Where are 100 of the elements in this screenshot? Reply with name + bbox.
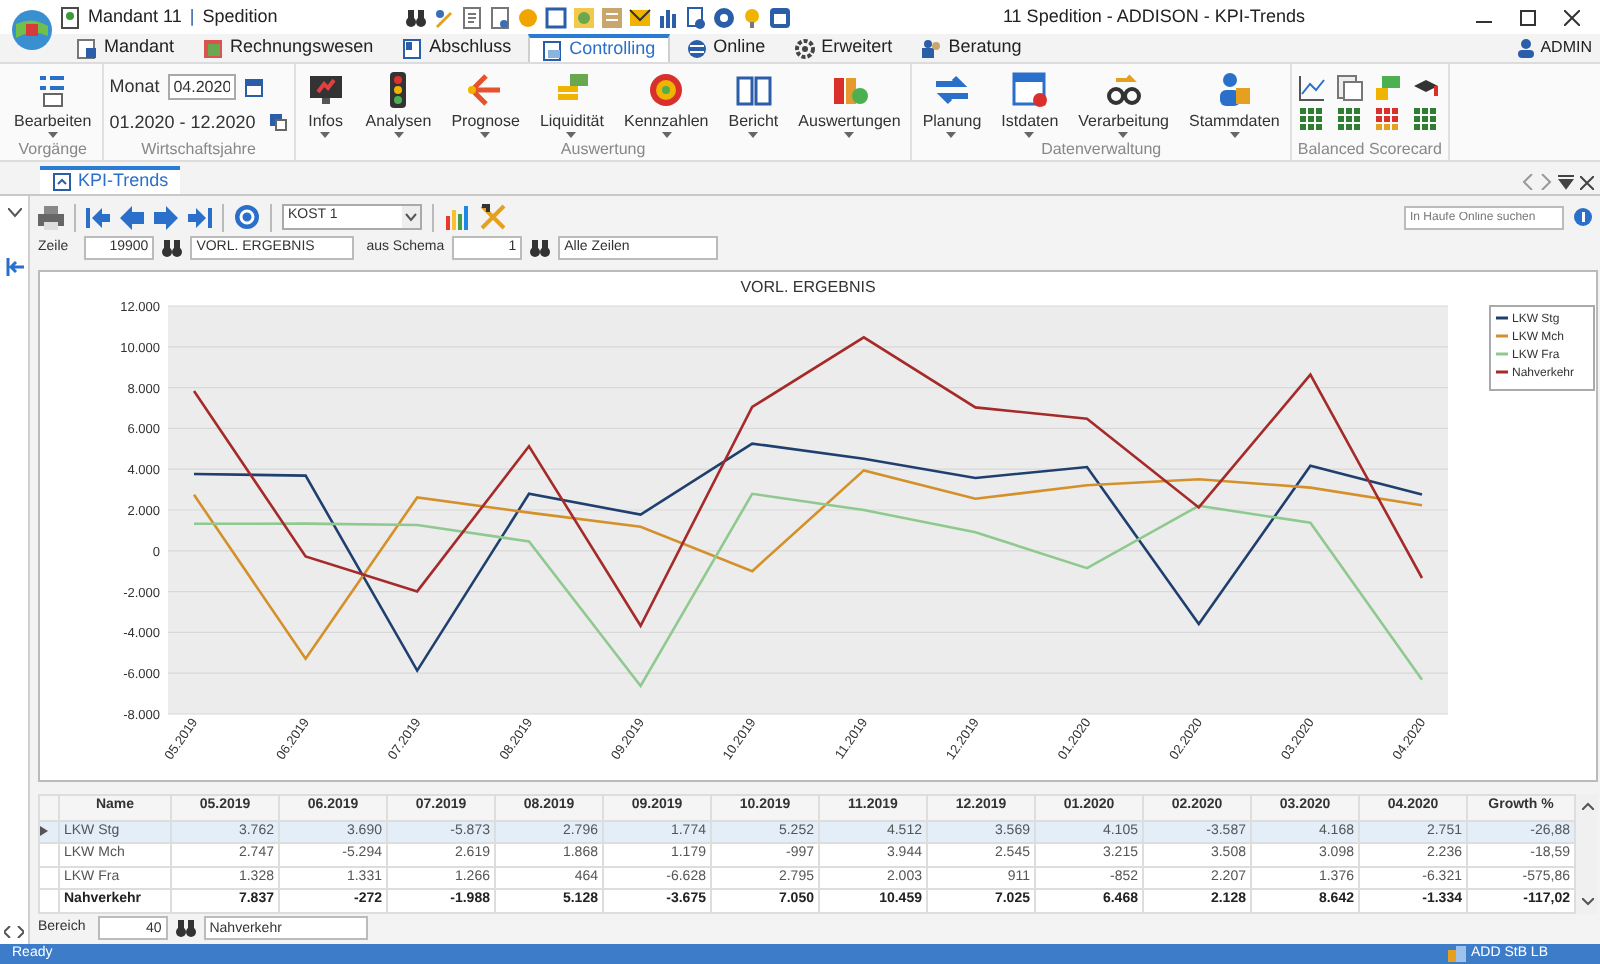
ribbon-button[interactable]: Analysen bbox=[361, 70, 436, 138]
lightbulb-icon[interactable] bbox=[740, 5, 764, 29]
people-icon bbox=[920, 37, 943, 59]
ribbon-button[interactable]: Verarbeitung bbox=[1074, 70, 1174, 138]
scroll-down-icon[interactable] bbox=[1581, 897, 1593, 906]
bar-chart-icon[interactable] bbox=[444, 204, 470, 231]
menu-tab[interactable]: Beratung bbox=[908, 34, 1034, 62]
person-icon bbox=[1214, 70, 1255, 110]
caret-icon[interactable] bbox=[1229, 132, 1240, 138]
group-label: Balanced Scorecard bbox=[1297, 140, 1442, 160]
separator: | bbox=[189, 3, 195, 30]
dot-grid-icon[interactable] bbox=[1297, 106, 1326, 134]
ribbon-button[interactable]: Liquidität bbox=[535, 70, 608, 138]
target-icon[interactable] bbox=[712, 5, 736, 29]
company-name: Spedition bbox=[202, 3, 278, 30]
document-icon[interactable] bbox=[488, 5, 512, 29]
caret-icon[interactable] bbox=[566, 132, 577, 138]
last-record-icon[interactable] bbox=[188, 205, 212, 230]
ribbon-button[interactable]: Auswertungen bbox=[794, 70, 905, 138]
previous-icon[interactable] bbox=[120, 205, 144, 230]
ribbon-button[interactable]: Planung bbox=[918, 70, 986, 138]
dot-grid-icon[interactable] bbox=[1373, 106, 1402, 134]
menu-tab[interactable]: Erweitert bbox=[781, 34, 905, 62]
window-icon[interactable] bbox=[768, 5, 792, 29]
document-icon bbox=[52, 172, 72, 192]
caret-icon[interactable] bbox=[844, 132, 855, 138]
form-icon bbox=[1009, 70, 1050, 110]
ribbon-button[interactable]: Stammdaten bbox=[1185, 70, 1284, 138]
group-label: Vorgänge bbox=[16, 140, 89, 160]
branch-arrows-icon bbox=[465, 70, 506, 110]
envelope-icon[interactable] bbox=[628, 5, 652, 29]
group-label: Wirtschaftsjahre bbox=[139, 140, 258, 160]
menu-tab[interactable]: Online bbox=[673, 34, 778, 62]
window-icon[interactable] bbox=[544, 5, 568, 29]
monitor-icon bbox=[305, 70, 346, 110]
close-icon[interactable] bbox=[1564, 9, 1580, 25]
fiscal-year-range: 01.2020 - 12.2020 bbox=[109, 109, 256, 135]
ribbon-button[interactable]: Kennzahlen bbox=[619, 70, 713, 138]
caret-icon[interactable] bbox=[393, 132, 404, 138]
calendar-icon[interactable] bbox=[267, 112, 288, 133]
field-label: Monat bbox=[109, 74, 160, 100]
menu-tab[interactable]: Rechnungswesen bbox=[190, 34, 386, 62]
document-icon[interactable] bbox=[460, 5, 484, 29]
document-tab[interactable]: KPI-Trends bbox=[40, 166, 181, 194]
chevron-down-icon bbox=[402, 206, 420, 229]
scroll-left-icon[interactable] bbox=[1522, 174, 1534, 190]
menu-tab[interactable]: Abschluss bbox=[389, 34, 524, 62]
window-title: 11 Spedition - ADDISON - KPI-Trends bbox=[1002, 3, 1306, 30]
binoculars-icon[interactable] bbox=[162, 237, 183, 258]
first-record-icon[interactable] bbox=[86, 205, 110, 230]
client-name: Mandant 11 bbox=[88, 3, 182, 30]
scroll-up-icon[interactable] bbox=[1581, 801, 1593, 810]
row-pointer-icon bbox=[40, 826, 48, 837]
document-icon[interactable] bbox=[1335, 74, 1364, 102]
menu-tab[interactable]: Mandant bbox=[64, 34, 187, 62]
printer-icon[interactable] bbox=[38, 205, 64, 230]
refresh-icon[interactable] bbox=[234, 204, 260, 231]
dot-grid-icon[interactable] bbox=[1411, 106, 1440, 134]
chart-title: VORL. ERGEBNIS bbox=[740, 277, 876, 296]
target-icon bbox=[646, 70, 687, 110]
ribbon-button[interactable]: Bericht bbox=[724, 70, 783, 138]
caret-icon[interactable] bbox=[661, 132, 672, 138]
binoculars-icon[interactable] bbox=[530, 237, 551, 258]
ribbon-button[interactable]: Istdaten bbox=[997, 70, 1063, 138]
collapse-arrow-icon[interactable] bbox=[5, 258, 23, 276]
scroll-arrows-icon[interactable] bbox=[4, 926, 24, 938]
ribbon-button[interactable]: Prognose bbox=[447, 70, 524, 138]
close-icon[interactable] bbox=[1580, 175, 1594, 189]
pen-icon[interactable] bbox=[432, 5, 456, 29]
dot-grid-icon[interactable] bbox=[1335, 106, 1364, 134]
arrows-icon bbox=[931, 70, 972, 110]
calendar-icon[interactable] bbox=[243, 77, 264, 98]
caret-icon[interactable] bbox=[946, 132, 957, 138]
document-icon[interactable] bbox=[60, 5, 80, 29]
line-chart-icon[interactable] bbox=[1297, 74, 1326, 102]
user-name: ADMIN bbox=[1540, 36, 1592, 60]
document-icon[interactable] bbox=[684, 5, 708, 29]
gear-icon bbox=[793, 37, 816, 59]
caret-icon[interactable] bbox=[1024, 132, 1035, 138]
dropdown-icon[interactable] bbox=[1558, 174, 1574, 190]
binoculars-icon[interactable] bbox=[175, 918, 196, 939]
caret-icon[interactable] bbox=[748, 132, 759, 138]
binoculars-icon[interactable] bbox=[404, 5, 428, 29]
next-icon[interactable] bbox=[154, 205, 178, 230]
ribbon-button[interactable]: Bearbeiten bbox=[10, 70, 96, 138]
chevron-down-icon[interactable] bbox=[7, 208, 21, 218]
caret-icon[interactable] bbox=[480, 132, 491, 138]
ribbon-button[interactable]: Infos bbox=[301, 70, 350, 138]
group-label: Auswertung bbox=[558, 140, 648, 160]
caret-icon[interactable] bbox=[1118, 132, 1129, 138]
tools-icon[interactable] bbox=[480, 204, 506, 231]
caret-icon[interactable] bbox=[47, 132, 58, 138]
group-label: Datenverwaltung bbox=[1039, 140, 1164, 160]
scroll-right-icon[interactable] bbox=[1540, 174, 1552, 190]
graduation-cap-icon[interactable] bbox=[1411, 74, 1440, 102]
chain-icon bbox=[1103, 70, 1144, 110]
caret-icon[interactable] bbox=[320, 132, 331, 138]
bar-chart-icon[interactable] bbox=[656, 5, 680, 29]
maximize-icon[interactable] bbox=[1520, 9, 1536, 25]
menu-tab[interactable]: Controlling bbox=[527, 34, 670, 62]
